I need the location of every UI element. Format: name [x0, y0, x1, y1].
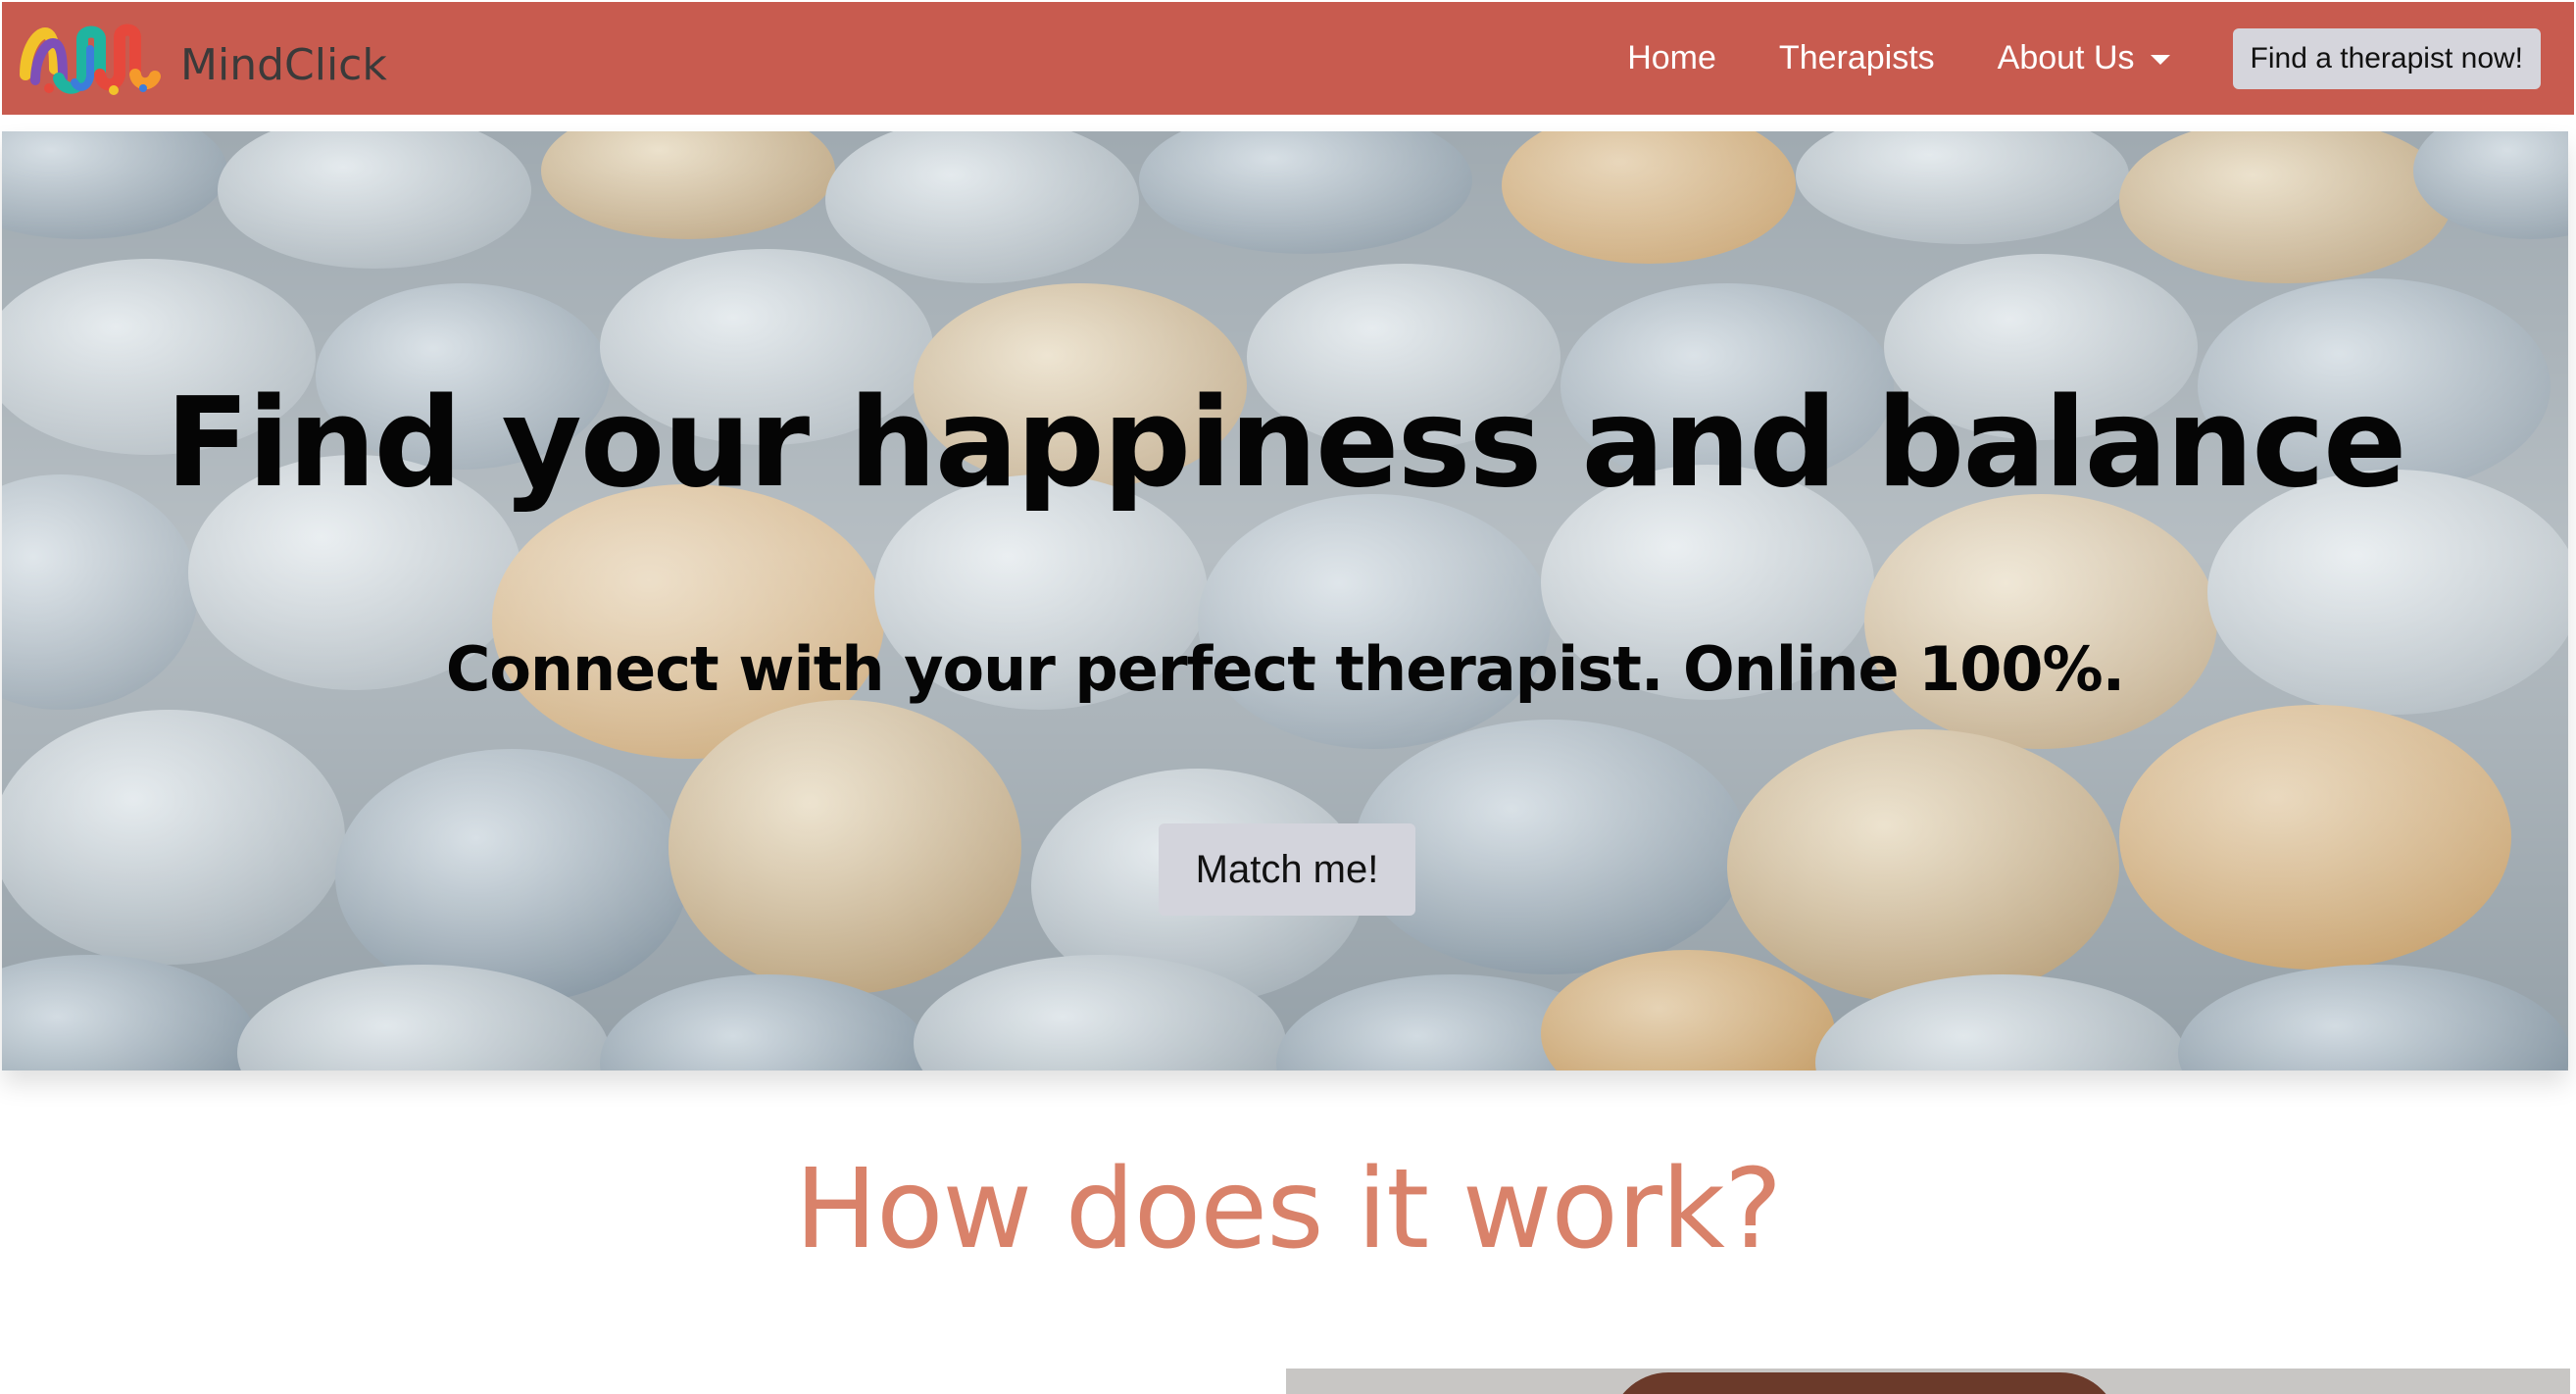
hero-banner: Find your happiness and balance Connect …: [2, 131, 2568, 1070]
find-therapist-button[interactable]: Find a therapist now!: [2232, 27, 2541, 89]
hero-title: Find your happiness and balance: [165, 371, 2407, 515]
brand-name: MindClick: [180, 39, 387, 90]
nav-link-about-us-label: About Us: [1997, 39, 2135, 76]
match-me-button[interactable]: Match me!: [1159, 823, 1415, 916]
mindclick-wave-icon: [20, 24, 161, 95]
hero-subtitle: Connect with your perfect therapist. Onl…: [445, 633, 2125, 705]
top-navbar: MindClick Home Therapists About Us Find …: [2, 2, 2574, 115]
photo-hair-shape: [1610, 1372, 2119, 1394]
chevron-down-icon: [2150, 54, 2170, 65]
nav-link-therapists[interactable]: Therapists: [1779, 39, 1935, 77]
therapist-photo: [1286, 1369, 2570, 1394]
nav-links: Home Therapists About Us Find a therapis…: [1627, 2, 2574, 115]
brand-logo[interactable]: MindClick: [20, 20, 387, 98]
nav-link-about-us[interactable]: About Us: [1998, 39, 2170, 77]
nav-link-home[interactable]: Home: [1627, 39, 1716, 77]
how-it-works-heading: How does it work?: [794, 1146, 1783, 1273]
stones-background-image: [2, 131, 2568, 1070]
